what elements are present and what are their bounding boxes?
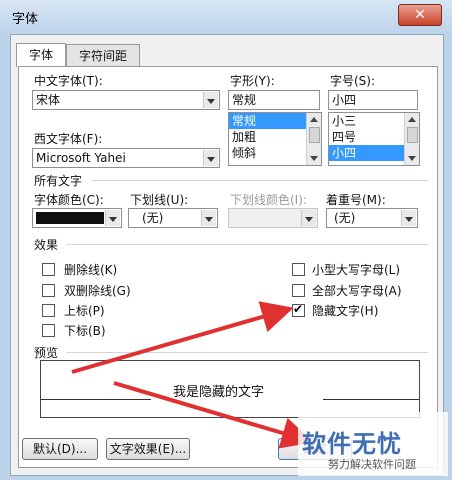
watermark-slogan: 努力解决软件问题 [328,458,416,471]
watermark-brand: 软件无忧 [302,430,402,458]
arrow-to-ok-button [113,381,314,449]
annotation-arrows [71,301,314,449]
watermark: 软件无忧 努力解决软件问题 [298,412,448,476]
arrow-to-hidden-text [71,301,294,374]
